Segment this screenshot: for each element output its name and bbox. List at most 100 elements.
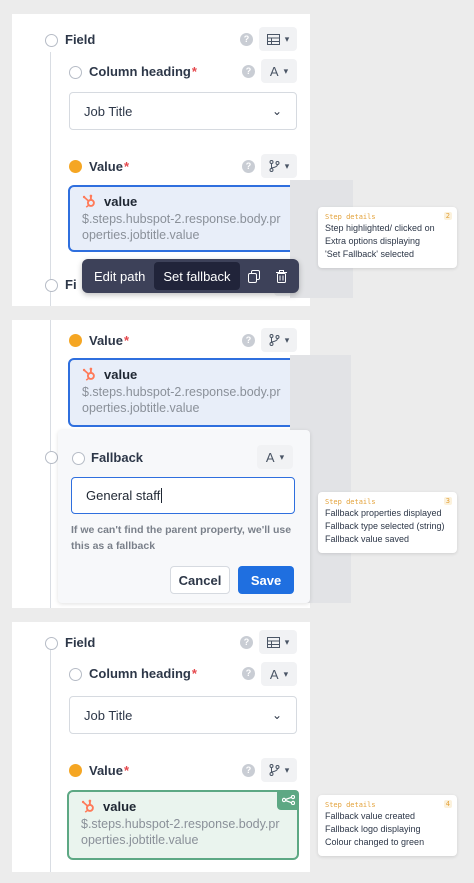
chevron-down-icon: ▾ (283, 668, 289, 679)
column-heading-type-button[interactable]: A ▾ (261, 662, 297, 686)
column-heading-radio[interactable] (69, 668, 82, 681)
value-type-button[interactable]: ▾ (261, 154, 297, 178)
field-label: Field (65, 32, 96, 47)
save-button[interactable]: Save (238, 566, 294, 594)
delete-button[interactable] (268, 262, 296, 290)
value-path-box[interactable]: value $.steps.hubspot-2.response.body.pr… (68, 185, 300, 252)
chevron-down-icon: ▾ (284, 636, 290, 647)
value-label-text: Value (89, 159, 123, 174)
branch-icon (269, 334, 280, 346)
table-icon (266, 636, 280, 648)
column-heading-label: Column heading* (89, 666, 197, 681)
note-title: Step details (325, 498, 376, 506)
set-fallback-button[interactable]: Set fallback (154, 262, 240, 290)
field-radio[interactable] (45, 451, 58, 464)
value-type-button[interactable]: ▾ (261, 758, 297, 782)
step-details-note-3: Step details 3 Fallback properties displ… (318, 492, 457, 553)
tree-line (50, 320, 51, 608)
note-line: Fallback properties displayed (325, 508, 442, 518)
value-path-box[interactable]: value $.steps.hubspot-2.response.body.pr… (68, 358, 300, 427)
branch-icon (269, 160, 280, 172)
field-type-button[interactable]: ▾ (259, 27, 297, 51)
column-heading-type-button[interactable]: A ▾ (261, 59, 297, 83)
field-label-partial: Fi (65, 277, 77, 292)
tree-line (50, 650, 51, 872)
required-mark: * (123, 159, 130, 174)
branch-icon (269, 764, 280, 776)
fallback-label: Fallback (91, 450, 144, 465)
field-type-button[interactable]: ▾ (259, 630, 297, 654)
fallback-badge[interactable] (277, 790, 299, 810)
value-path-text: $.steps.hubspot-2.response.body.properti… (82, 212, 281, 242)
value-box-header: value (81, 799, 285, 814)
copy-icon (247, 269, 260, 283)
note-title: Step details (325, 801, 376, 809)
required-mark: * (191, 64, 197, 79)
hubspot-icon (81, 799, 94, 813)
value-label: Value* (89, 333, 129, 348)
fallback-card: Fallback A ▾ General staff If we can't f… (58, 430, 310, 603)
value-box-header: value (82, 194, 286, 209)
column-heading-select[interactable]: Job Title ⌄ (69, 92, 297, 130)
chevron-down-icon: ⌄ (271, 104, 282, 118)
value-label: Value* (89, 159, 129, 174)
value-box-header: value (82, 367, 286, 382)
edit-path-button[interactable]: Edit path (85, 262, 154, 290)
text-type-icon: A (265, 449, 275, 465)
value-label: Value* (89, 763, 129, 778)
help-icon[interactable]: ? (242, 334, 255, 347)
note-number: 3 (443, 497, 452, 505)
select-value: Job Title (84, 103, 133, 119)
help-icon[interactable]: ? (242, 160, 255, 173)
value-status-dot (69, 160, 82, 173)
value-label-text: Value (89, 333, 123, 348)
panel-step-4: Field ? ▾ Column heading* ? A ▾ Job Titl… (12, 622, 310, 872)
fallback-flow-icon (281, 795, 295, 805)
column-heading-text: Column heading (89, 64, 191, 79)
text-type-icon: A (269, 666, 279, 682)
value-path-box-with-fallback[interactable]: value $.steps.hubspot-2.response.body.pr… (67, 790, 299, 860)
value-type-button[interactable]: ▾ (261, 328, 297, 352)
field-radio[interactable] (45, 34, 58, 47)
table-icon (266, 33, 280, 45)
text-type-icon: A (269, 63, 279, 79)
column-heading-radio[interactable] (69, 66, 82, 79)
note-line: Extra options displaying (325, 236, 421, 246)
note-line: Fallback logo displaying (325, 824, 421, 834)
note-line: Step highlighted/ clicked on (325, 223, 435, 233)
field-radio[interactable] (45, 637, 58, 650)
chevron-down-icon: ▾ (284, 160, 290, 171)
help-icon[interactable]: ? (240, 33, 253, 46)
note-line: 'Set Fallback' selected (325, 249, 414, 259)
note-line: Fallback type selected (string) (325, 521, 445, 531)
fallback-input-value: General staff (86, 488, 161, 503)
required-mark: * (123, 763, 130, 778)
value-status-dot (69, 334, 82, 347)
value-status-dot (69, 764, 82, 777)
fallback-hint: If we can't find the parent property, we… (71, 524, 292, 552)
fallback-radio[interactable] (72, 452, 85, 465)
value-label-text: Value (89, 763, 123, 778)
value-box-title: value (104, 194, 138, 209)
field-label: Field (65, 635, 96, 650)
note-line: Colour changed to green (325, 837, 425, 847)
help-icon[interactable]: ? (242, 667, 255, 680)
help-icon[interactable]: ? (242, 65, 255, 78)
field-radio[interactable] (45, 279, 58, 292)
tree-line (50, 52, 51, 306)
fallback-type-button[interactable]: A ▾ (257, 445, 293, 469)
column-heading-select[interactable]: Job Title ⌄ (69, 696, 297, 734)
note-line: Fallback value saved (325, 534, 410, 544)
fallback-value-input[interactable]: General staff (71, 477, 295, 514)
chevron-down-icon: ▾ (284, 33, 290, 44)
cancel-button[interactable]: Cancel (170, 566, 230, 594)
step-details-note-4: Step details 4 Fallback value created Fa… (318, 795, 457, 856)
copy-button[interactable] (240, 262, 268, 290)
hubspot-icon (82, 367, 95, 381)
hubspot-icon (82, 194, 95, 208)
help-icon[interactable]: ? (240, 636, 253, 649)
chevron-down-icon: ⌄ (271, 708, 282, 722)
value-box-title: value (104, 367, 138, 382)
help-icon[interactable]: ? (242, 764, 255, 777)
column-heading-label: Column heading* (89, 64, 197, 79)
